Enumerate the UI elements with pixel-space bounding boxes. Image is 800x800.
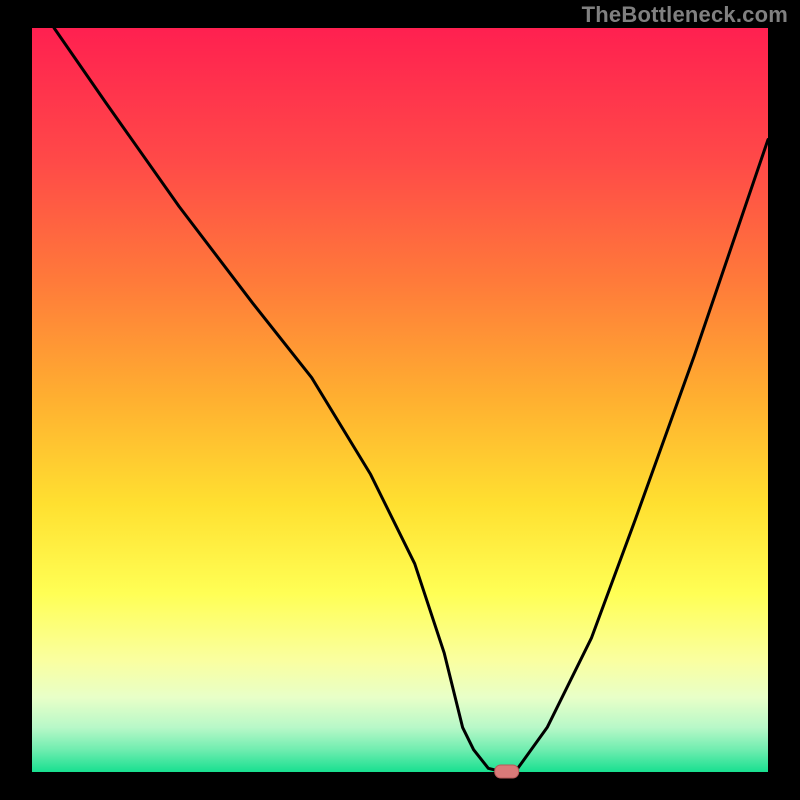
- bottleneck-chart: [0, 0, 800, 800]
- chart-frame: TheBottleneck.com: [0, 0, 800, 800]
- optimal-marker: [495, 765, 519, 778]
- plot-area: [32, 28, 768, 772]
- watermark-label: TheBottleneck.com: [582, 2, 788, 28]
